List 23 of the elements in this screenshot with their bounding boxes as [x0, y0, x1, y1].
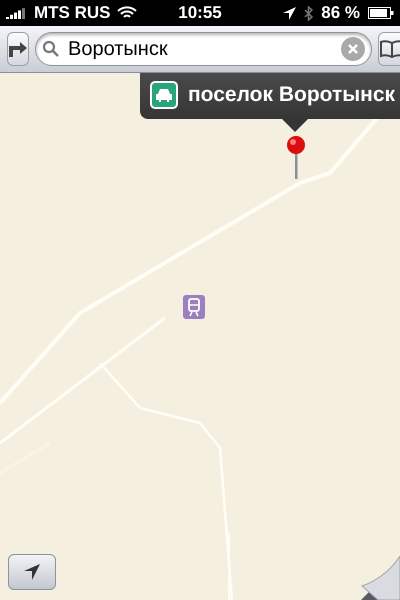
clock-time: 10:55 — [178, 3, 222, 23]
close-icon — [347, 43, 359, 55]
battery-icon — [368, 7, 394, 19]
wifi-icon — [116, 6, 136, 20]
location-arrow-icon — [24, 564, 40, 580]
pin-icon — [284, 135, 308, 179]
turn-arrow-icon — [8, 40, 28, 58]
battery-percent: 86 % — [321, 3, 360, 23]
search-bar[interactable]: Воротынск — [35, 32, 372, 66]
search-icon — [42, 40, 60, 58]
signal-icon — [6, 7, 28, 19]
location-arrow-icon — [283, 6, 296, 20]
directions-button[interactable] — [7, 32, 29, 66]
page-curl-icon[interactable] — [360, 556, 400, 600]
location-button[interactable] — [8, 554, 56, 590]
bluetooth-icon — [304, 6, 314, 20]
place-callout[interactable]: поселок Воротынск — [140, 73, 400, 119]
bookmarks-button[interactable] — [378, 32, 400, 66]
car-icon — [155, 88, 173, 102]
carrier-name: MTS RUS — [34, 3, 110, 23]
book-icon — [379, 40, 400, 58]
train-station-icon — [183, 295, 205, 319]
callout-title: поселок Воротынск — [188, 83, 396, 107]
